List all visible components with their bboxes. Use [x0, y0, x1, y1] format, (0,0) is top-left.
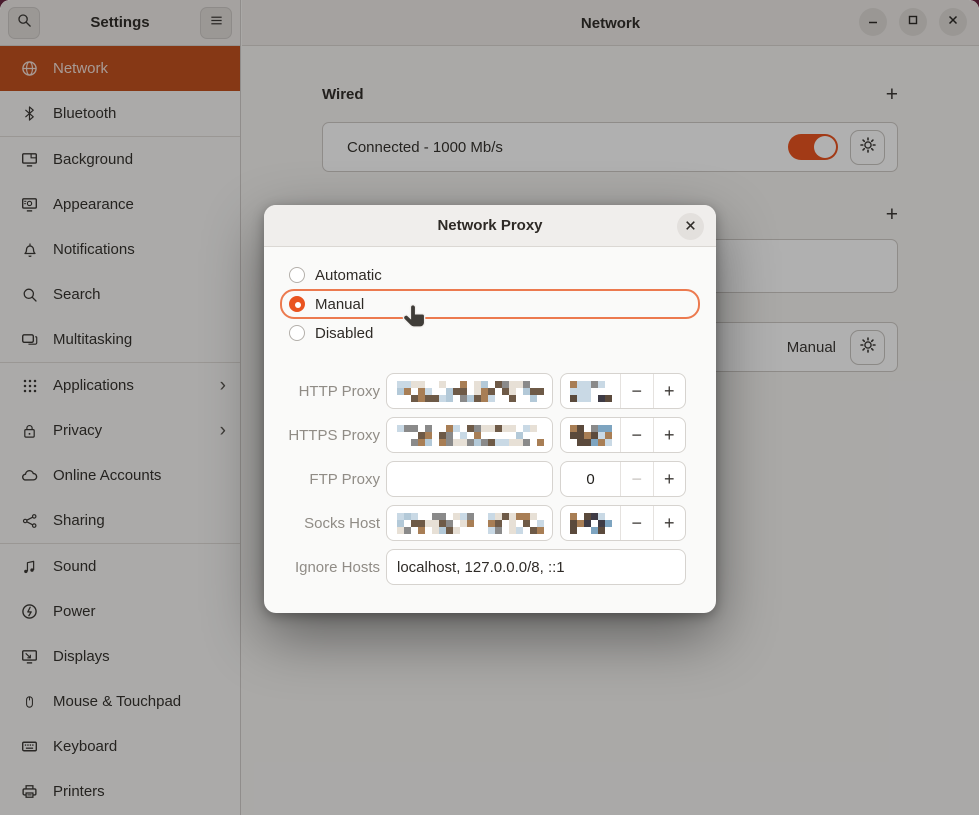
ftp-proxy-input[interactable]: [386, 461, 553, 497]
radio-unchecked-icon[interactable]: [289, 325, 305, 341]
close-icon: [684, 219, 697, 235]
port-increment-button[interactable]: +: [654, 462, 685, 496]
port-increment-button[interactable]: +: [654, 418, 685, 452]
redacted-value-pixelation: [570, 381, 612, 402]
form-row-ftp-proxy: FTP Proxy 0−+: [264, 461, 716, 497]
option-label: Manual: [315, 296, 364, 313]
proxy-mode-option-disabled[interactable]: Disabled: [280, 319, 700, 347]
socks-host-input[interactable]: [386, 505, 553, 541]
form-row-ignore-hosts: Ignore Hosts localhost, 127.0.0.0/8, ::1: [264, 549, 716, 585]
dialog-close-button[interactable]: [677, 213, 704, 240]
input-value: localhost, 127.0.0.0/8, ::1: [397, 559, 565, 576]
redacted-value-pixelation: [397, 513, 544, 534]
https-proxy-port-spinbutton: −+: [560, 417, 686, 453]
redacted-value-pixelation: [570, 513, 612, 534]
port-decrement-button[interactable]: −: [621, 506, 652, 540]
port-value[interactable]: [561, 418, 620, 452]
field-label: Ignore Hosts: [264, 549, 380, 585]
ignore-hosts-input[interactable]: localhost, 127.0.0.0/8, ::1: [386, 549, 686, 585]
redacted-value-pixelation: [570, 425, 612, 446]
port-value[interactable]: [561, 506, 620, 540]
field-label: HTTPS Proxy: [264, 417, 380, 453]
form-row-socks-host: Socks Host −+: [264, 505, 716, 541]
redacted-value-pixelation: [397, 425, 544, 446]
port-decrement-button[interactable]: −: [621, 418, 652, 452]
option-label: Disabled: [315, 325, 373, 342]
port-increment-button[interactable]: +: [654, 374, 685, 408]
field-label: Socks Host: [264, 505, 380, 541]
form-row-http-proxy: HTTP Proxy −+: [264, 373, 716, 409]
settings-window: Settings NetworkBluetoothBackgroundAppea…: [0, 0, 979, 815]
redacted-value-pixelation: [397, 381, 544, 402]
port-value[interactable]: 0: [561, 462, 620, 496]
port-decrement-button[interactable]: −: [621, 374, 652, 408]
proxy-mode-option-manual[interactable]: Manual: [280, 289, 700, 319]
proxy-mode-option-automatic[interactable]: Automatic: [280, 261, 700, 289]
form-row-https-proxy: HTTPS Proxy −+: [264, 417, 716, 453]
radio-checked-icon[interactable]: [289, 296, 305, 312]
network-proxy-dialog: Network Proxy Automatic Manual Disabled HT…: [264, 205, 716, 613]
http-proxy-input[interactable]: [386, 373, 553, 409]
port-increment-button[interactable]: +: [654, 506, 685, 540]
field-label: HTTP Proxy: [264, 373, 380, 409]
port-decrement-button: −: [621, 462, 652, 496]
radio-unchecked-icon[interactable]: [289, 267, 305, 283]
https-proxy-input[interactable]: [386, 417, 553, 453]
proxy-mode-options: Automatic Manual Disabled: [264, 247, 716, 347]
dialog-headerbar: Network Proxy: [264, 205, 716, 247]
option-label: Automatic: [315, 267, 382, 284]
field-label: FTP Proxy: [264, 461, 380, 497]
http-proxy-port-spinbutton: −+: [560, 373, 686, 409]
ftp-proxy-port-spinbutton: 0−+: [560, 461, 686, 497]
port-value[interactable]: [561, 374, 620, 408]
socks-host-port-spinbutton: −+: [560, 505, 686, 541]
dialog-title: Network Proxy: [437, 217, 542, 234]
